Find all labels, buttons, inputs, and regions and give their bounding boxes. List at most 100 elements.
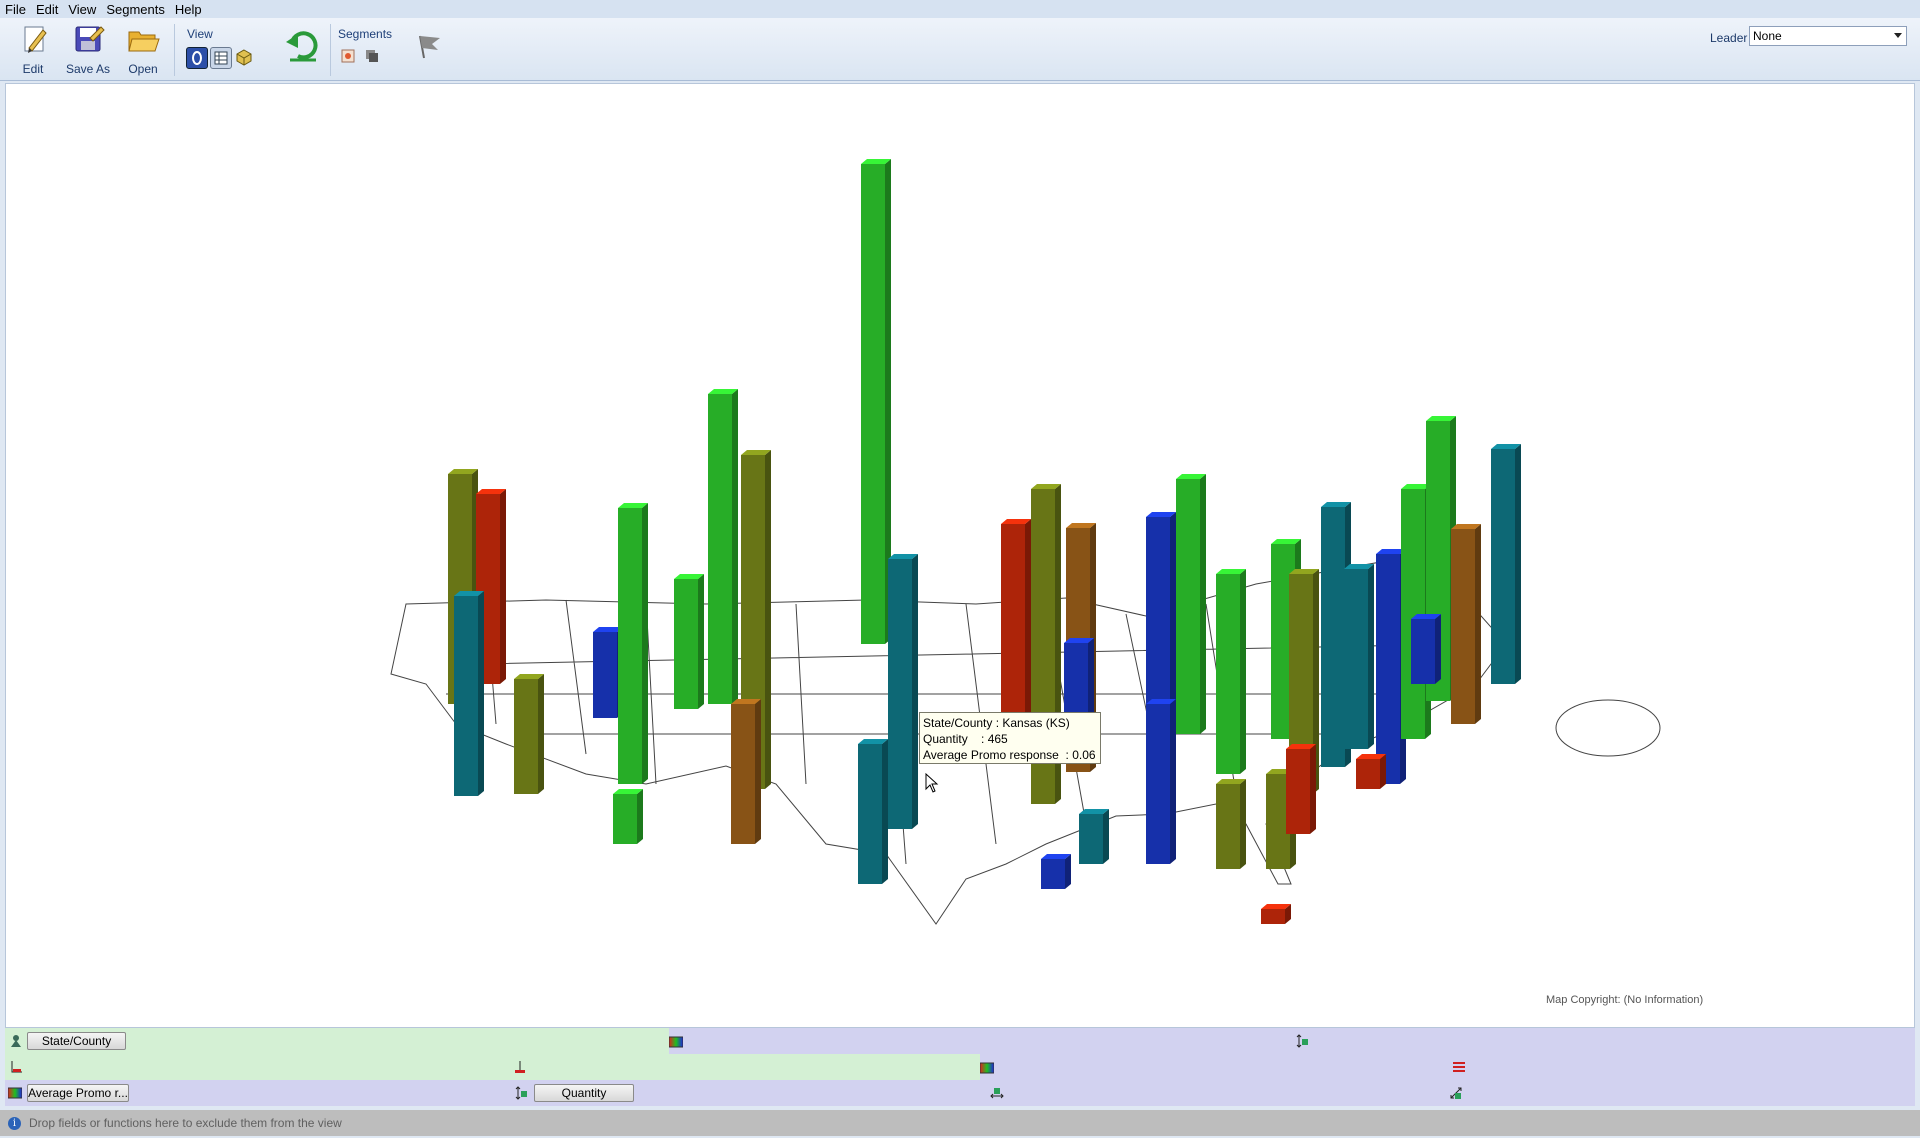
map-bar[interactable] [1041,854,1071,889]
map-bar-front [1344,569,1368,749]
segment-stack-icon [366,50,378,62]
color-shelf[interactable] [669,1028,1915,1054]
menu-view[interactable]: View [63,2,101,17]
tooltip-promo: Average Promo response : 0.06 [923,748,1096,762]
y-axis-icon [515,1061,525,1073]
map-bar-front [1216,784,1240,869]
map-view-toggle[interactable] [186,47,208,69]
menu-edit[interactable]: Edit [31,2,63,17]
map-copyright: Map Copyright: (No Information) [1546,994,1704,1006]
map-bar[interactable] [1286,744,1316,834]
sort-shelf[interactable] [980,1054,1915,1080]
map-bar[interactable] [1146,699,1176,864]
map-bar-front [674,579,698,709]
segment-stack-button[interactable] [364,48,380,64]
open-label: Open [128,62,158,76]
map-bar-front [1079,814,1103,864]
map-bar-front [708,394,732,704]
average-promo-field[interactable]: Average Promo r... [27,1084,129,1102]
table-view-toggle[interactable] [210,47,232,69]
map-bar-side [1475,524,1481,724]
mouse-cursor-icon [925,772,939,793]
exclude-drop-zone[interactable]: i Drop fields or functions here to exclu… [0,1110,1920,1136]
map-bar[interactable] [454,591,484,796]
map-bar-side [1170,699,1176,864]
map-bar-front [618,508,642,784]
map-bar[interactable] [1344,564,1374,749]
map-bar-side [765,450,771,789]
x-shelf[interactable] [5,1054,980,1080]
depth-axis-icon [1450,1087,1462,1099]
map-bar[interactable] [1411,614,1441,684]
map-canvas[interactable]: Map Copyright: (No Information) State/Co… [5,83,1915,1028]
map-bar[interactable] [613,789,643,844]
map-bar[interactable] [1356,754,1386,789]
menu-segments[interactable]: Segments [101,2,170,17]
map-view-icon [192,51,202,65]
edit-button[interactable]: Edit [8,24,58,76]
view-group-label: View [187,27,213,41]
hover-tooltip: State/County : Kansas (KS) Quantity : 46… [919,712,1101,764]
encoding-shelf[interactable]: Average Promo r... Quantity [5,1080,1915,1106]
us-map-bar-visualization[interactable] [6,84,1914,1027]
flag-button[interactable] [412,30,442,60]
map-bar-side [1103,809,1109,864]
menu-bar: File Edit View Segments Help [0,0,1920,18]
map-bar-front [1356,759,1380,789]
map-bar-front [1041,859,1065,889]
map-bar[interactable] [1451,524,1481,724]
width-axis-icon [990,1088,1004,1099]
map-bar[interactable] [731,699,761,844]
map-bar-front [1146,704,1170,864]
edit-icon [24,26,47,53]
height-axis-icon [1296,1034,1308,1048]
map-bar[interactable] [861,159,891,644]
hawaii-alaska-inset [1555,699,1661,757]
map-bar[interactable] [674,574,704,709]
gradient-icon [8,1087,22,1099]
geo-shelf[interactable]: State/County [5,1028,669,1054]
map-bar[interactable] [888,554,918,829]
segment-new-button[interactable] [340,48,356,64]
map-bar-side [912,554,918,829]
map-bar[interactable] [514,674,544,794]
map-bar[interactable] [1216,569,1246,774]
leader-label: Leader [1710,31,1748,45]
map-bar-side [1240,779,1246,869]
leader-value: None [1753,29,1782,43]
map-bar[interactable] [708,389,738,704]
map-bar-front [1411,619,1435,684]
map-bar-front [454,596,478,796]
segment-new-icon [341,49,355,63]
map-bar[interactable] [1261,904,1291,924]
gradient-icon [980,1062,994,1074]
tooltip-quantity: Quantity : 465 [923,732,1008,746]
menu-help[interactable]: Help [170,2,207,17]
map-bar[interactable] [858,739,888,884]
map-bar-front [1261,909,1285,924]
map-bar-side [1368,564,1374,749]
map-bar-front [613,794,637,844]
menu-file[interactable]: File [0,2,31,17]
save-as-button[interactable]: Save As [63,24,113,76]
map-bar[interactable] [1079,809,1109,864]
leader-select[interactable]: None [1749,26,1907,46]
map-bar-front [861,164,885,644]
map-bar-front [1451,529,1475,724]
map-bar[interactable] [1491,444,1521,684]
state-county-field[interactable]: State/County [27,1032,126,1050]
quantity-field[interactable]: Quantity [534,1084,634,1102]
map-bar[interactable] [1176,474,1206,734]
list-icon [1453,1062,1465,1072]
map-bar[interactable] [1216,779,1246,869]
map-bar-side [538,674,544,794]
map-bar-front [1376,554,1400,784]
undo-button[interactable] [284,28,320,64]
map-bar[interactable] [618,503,648,784]
person-location-icon [11,1035,21,1047]
map-bar-side [1310,744,1316,834]
cube-view-toggle[interactable] [234,47,254,67]
map-bar-side [1515,444,1521,684]
map-bar-side [478,591,484,796]
open-button[interactable]: Open [118,24,168,76]
